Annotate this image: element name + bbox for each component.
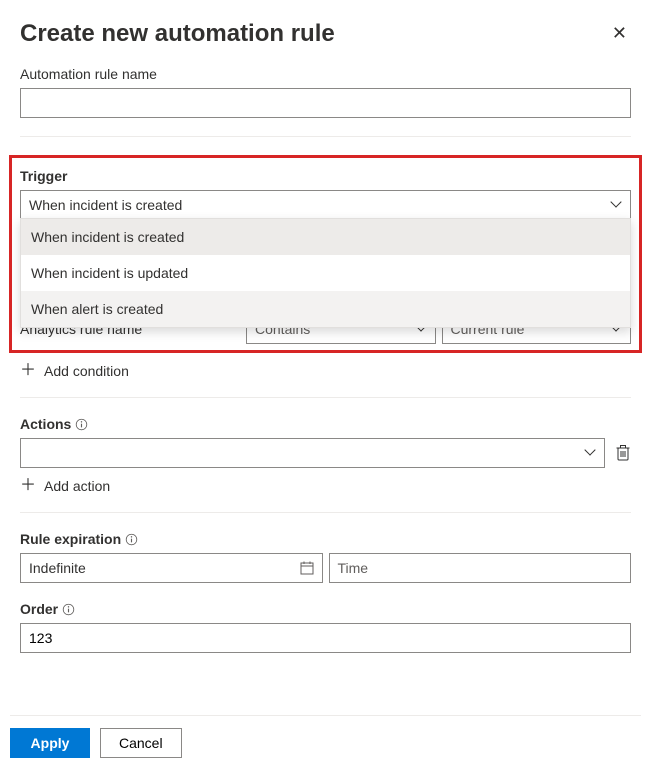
expiration-time-placeholder: Time [338,560,369,576]
trigger-selected-value: When incident is created [29,197,182,213]
delete-action-icon[interactable] [615,444,631,462]
calendar-icon [300,561,314,575]
trigger-option-incident-updated[interactable]: When incident is updated [21,255,630,291]
trigger-section-highlight: Trigger When incident is created When in… [9,155,642,353]
actions-row [20,438,631,468]
info-icon[interactable] [75,418,88,431]
plus-icon: ＋ [20,363,36,379]
cancel-button[interactable]: Cancel [100,728,182,758]
info-icon[interactable] [62,603,75,616]
add-condition-label: Add condition [44,363,129,379]
add-action-button[interactable]: ＋ Add action [20,478,110,494]
panel-title: Create new automation rule [20,20,335,48]
divider [20,397,631,398]
add-action-label: Add action [44,478,110,494]
automation-rule-panel: Create new automation rule ✕ Automation … [0,0,651,768]
order-input[interactable] [20,623,631,653]
add-condition-button[interactable]: ＋ Add condition [20,363,129,379]
order-label: Order [20,601,631,617]
trigger-option-incident-created[interactable]: When incident is created [21,219,630,255]
trigger-option-alert-created[interactable]: When alert is created [21,291,630,327]
expiration-row: Indefinite Time [20,553,631,583]
expiration-time-input[interactable]: Time [329,553,632,583]
expiration-date-value: Indefinite [29,560,86,576]
chevron-down-icon [612,200,622,210]
panel-footer: Apply Cancel [10,715,641,758]
rule-expiration-label: Rule expiration [20,531,631,547]
chevron-down-icon [586,448,596,458]
panel-header: Create new automation rule ✕ [20,20,631,48]
rule-name-label: Automation rule name [20,66,631,82]
rule-name-input[interactable] [20,88,631,118]
expiration-date-input[interactable]: Indefinite [20,553,323,583]
apply-button[interactable]: Apply [10,728,90,758]
actions-label: Actions [20,416,631,432]
action-select[interactable] [20,438,605,468]
info-icon[interactable] [125,533,138,546]
divider [20,136,631,137]
close-icon[interactable]: ✕ [608,20,631,46]
divider [20,512,631,513]
trigger-label: Trigger [20,168,631,184]
trigger-dropdown-list: When incident is created When incident i… [20,218,631,328]
trigger-select[interactable]: When incident is created [20,190,631,220]
plus-icon: ＋ [20,478,36,494]
